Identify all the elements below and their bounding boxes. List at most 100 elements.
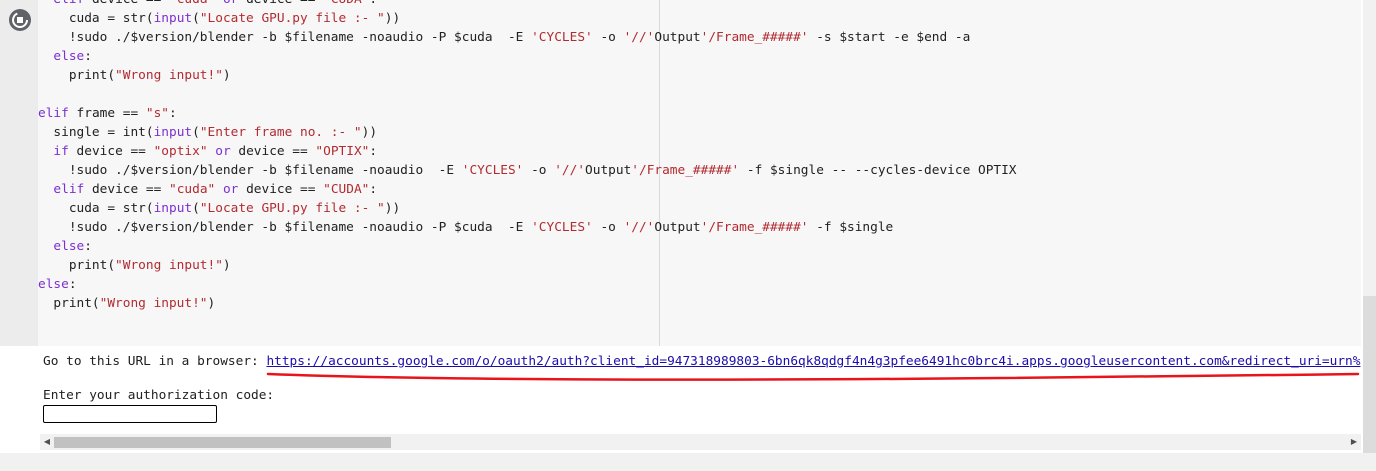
code-text: -s $start -e $end -a <box>808 30 971 45</box>
code-string: '//' <box>623 30 655 45</box>
code-keyword: or <box>223 0 238 7</box>
code-string: '/Frame_#####' <box>700 220 809 235</box>
code-keyword: or <box>215 144 231 159</box>
code-text: )) <box>384 11 401 26</box>
code-text: )) <box>361 125 378 140</box>
code-line: elif device == "cuda" or device == "CUDA… <box>38 180 1017 199</box>
code-text: cuda = str( <box>38 201 154 216</box>
code-text: ) <box>207 296 216 311</box>
code-line: elif frame == "s": <box>38 104 1017 123</box>
cell-gutter <box>0 0 38 346</box>
scroll-right-arrow-icon[interactable]: ▶ <box>1349 437 1359 447</box>
auth-code-prompt: Enter your authorization code: <box>43 388 275 403</box>
code-string: "Locate GPU.py file :- " <box>199 11 385 26</box>
code-string: '/Frame_#####' <box>700 30 809 45</box>
code-text: : <box>369 0 377 7</box>
code-string: "Wrong input!" <box>115 68 223 83</box>
code-text: print( <box>38 258 116 273</box>
code-text: !sudo ./$version/blender -b $filename -n… <box>38 30 532 45</box>
code-text: : <box>169 106 177 121</box>
url-prompt-text: Go to this URL in a browser: <box>43 354 267 369</box>
code-string: "cuda" <box>169 182 216 197</box>
code-text: Output <box>585 163 632 178</box>
code-keyword: if <box>53 144 69 159</box>
scroll-left-arrow-icon[interactable]: ◀ <box>42 437 52 447</box>
code-text: device == <box>238 182 324 197</box>
code-text: ( <box>192 125 200 140</box>
code-text: ) <box>222 258 231 273</box>
code-keyword: else <box>38 277 69 292</box>
code-string: "Locate GPU.py file :- " <box>199 201 385 216</box>
code-editor[interactable]: elif device == "cuda" or device == "CUDA… <box>38 0 1361 346</box>
code-keyword: or <box>222 182 239 197</box>
code-string: "cuda" <box>169 0 215 7</box>
code-keyword: elif <box>53 0 84 7</box>
code-line: else: <box>38 237 1017 256</box>
code-text: device == <box>68 144 154 159</box>
code-string: '//' <box>554 163 586 178</box>
auth-code-input[interactable] <box>43 405 217 423</box>
code-text: Output <box>654 30 701 45</box>
code-text: : <box>68 277 77 292</box>
code-text: Output <box>654 220 701 235</box>
code-line: else: <box>38 47 1017 66</box>
code-string: "CUDA" <box>323 182 370 197</box>
code-keyword: input <box>153 125 193 140</box>
code-string: '//' <box>623 220 655 235</box>
code-text: )) <box>384 201 401 216</box>
code-string: "CUDA" <box>323 0 369 7</box>
code-string: "Wrong input!" <box>115 258 223 273</box>
code-line: single = int(input("Enter frame no. :- "… <box>38 123 1017 142</box>
code-text: device == <box>230 144 316 159</box>
code-line: print("Wrong input!") <box>38 294 1017 313</box>
code-string: '/Frame_#####' <box>631 163 740 178</box>
code-line: print("Wrong input!") <box>38 256 1017 275</box>
code-line: !sudo ./$version/blender -b $filename -n… <box>38 161 1017 180</box>
code-text: : <box>84 49 92 64</box>
code-line: cuda = str(input("Locate GPU.py file :- … <box>38 9 1017 28</box>
vertical-scrollbar-thumb[interactable] <box>1363 296 1376 453</box>
code-line: elif device == "cuda" or device == "CUDA… <box>38 0 1017 9</box>
code-text: -o <box>592 220 624 235</box>
code-text: : <box>369 182 378 197</box>
code-string: 'CYCLES' <box>531 30 593 45</box>
code-text: -o <box>592 30 624 45</box>
code-string: 'CYCLES' <box>461 163 524 178</box>
horizontal-scrollbar-thumb[interactable] <box>54 437 391 448</box>
code-text: ( <box>192 11 200 26</box>
code-line: else: <box>38 275 1017 294</box>
code-keyword: elif <box>53 182 85 197</box>
code-text: ) <box>222 68 231 83</box>
code-line: cuda = str(input("Locate GPU.py file :- … <box>38 199 1017 218</box>
code-keyword: input <box>153 201 193 216</box>
code-text: : <box>369 144 378 159</box>
code-keyword: elif <box>38 106 69 121</box>
code-block: elif device == "cuda" or device == "CUDA… <box>38 0 1017 313</box>
code-text: -f $single <box>808 220 894 235</box>
code-text: device == <box>84 0 169 7</box>
code-text: frame == <box>68 106 146 121</box>
stop-circle-icon[interactable] <box>8 8 32 32</box>
code-keyword: else <box>53 239 85 254</box>
auth-url-link[interactable]: https://accounts.google.com/o/oauth2/aut… <box>266 354 1360 369</box>
code-text: device == <box>84 182 169 197</box>
code-line: !sudo ./$version/blender -b $filename -n… <box>38 28 1017 47</box>
code-string: "OPTIX" <box>315 144 370 159</box>
code-string: 'CYCLES' <box>531 220 593 235</box>
horizontal-scrollbar[interactable]: ◀ ▶ <box>40 434 1361 450</box>
code-text: cuda = str( <box>38 11 154 26</box>
url-line: Go to this URL in a browser: https://acc… <box>43 354 1360 370</box>
code-line: print("Wrong input!") <box>38 66 1017 85</box>
code-text: -f $single -- --cycles-device OPTIX <box>739 163 1017 178</box>
code-text: !sudo ./$version/blender -b $filename -n… <box>38 220 532 235</box>
code-line: !sudo ./$version/blender -b $filename -n… <box>38 218 1017 237</box>
code-text: ( <box>192 201 200 216</box>
code-text: -o <box>523 163 555 178</box>
